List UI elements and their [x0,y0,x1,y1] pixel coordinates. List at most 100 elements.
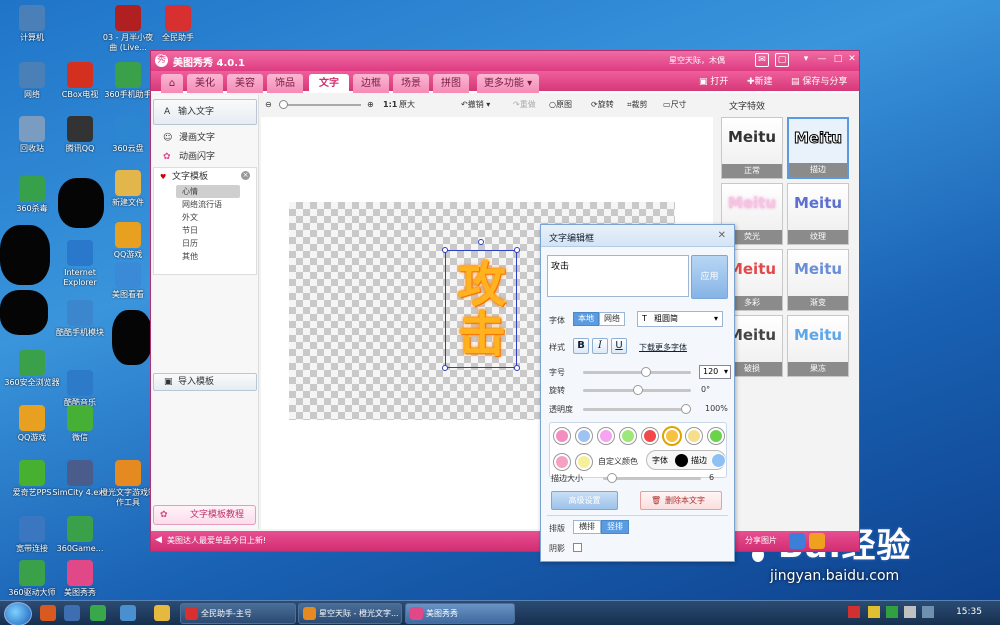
maximize-icon[interactable]: □ [831,53,845,67]
rotate-handle[interactable] [478,239,484,245]
comic-text-item[interactable]: ☺ 漫画文字 [163,131,215,145]
user-name[interactable]: 星空天际，木偶 [669,55,725,66]
text-template-header[interactable]: ♥ 文字模板 [160,170,208,184]
desktop-icon[interactable]: 计算机 [4,5,60,43]
template-category[interactable]: 日历 [176,237,240,250]
network-icon[interactable] [922,606,934,618]
desktop-icon[interactable]: 360云盘 [100,116,156,154]
menu-icon[interactable]: ▾ [799,53,813,67]
tab-7[interactable]: 拼图 [433,74,469,93]
template-category[interactable]: 心情 [176,185,240,198]
volume-icon[interactable] [904,606,916,618]
input-text-button[interactable]: A 输入文字 [153,99,257,125]
color-swatch[interactable] [576,428,592,444]
tab-2[interactable]: 美容 [227,74,263,93]
stroke-size-slider[interactable] [603,473,701,483]
delete-text-button[interactable]: 🗑 删除本文字 [640,491,722,510]
effect-tile[interactable]: Meitu 纹理 [787,183,849,245]
effect-tile[interactable]: Meitu 描边 [787,117,849,179]
template-tutorial-button[interactable]: ✿ 文字模板教程 [153,505,256,525]
effect-tile[interactable]: Meitu 正常 [721,117,783,179]
desktop-icon[interactable]: 360Game... [52,516,108,554]
resize-handle[interactable] [442,247,448,253]
font-network-tab[interactable]: 网络 [599,312,625,326]
color-swatch[interactable] [554,454,570,470]
font-local-tab[interactable]: 本地 [573,312,599,326]
undo-button[interactable]: ↶撤销 ▾ [461,99,490,111]
close-icon[interactable]: ✕ [845,53,859,67]
skin-icon[interactable]: ▢ [775,53,789,67]
desktop-icon[interactable]: 360手机助手 [100,62,156,100]
rotate-slider[interactable] [583,385,691,395]
quick-launch-icon[interactable] [120,605,136,621]
shadow-checkbox[interactable] [573,543,582,552]
tab-8[interactable]: 更多功能 ▾ [477,74,539,93]
apply-button[interactable]: 应用 [691,255,728,299]
quick-launch-icon[interactable] [64,605,80,621]
size-slider[interactable] [583,367,691,377]
custom-color-label[interactable]: 自定义颜色 [598,456,638,467]
text-selection-box[interactable]: 攻 击 [442,239,520,371]
resize-handle[interactable] [514,247,520,253]
open-button[interactable]: ▣ 打开 [699,75,728,89]
qzone-icon[interactable] [789,533,805,549]
original-image-button[interactable]: ○原图 [549,99,572,111]
desktop-icon[interactable]: 新建文件 [100,170,156,208]
bold-button[interactable]: B [573,338,589,354]
italic-button[interactable]: I [592,338,608,354]
layout-vertical-tab[interactable]: 竖排 [601,520,629,534]
status-message[interactable]: 美图达人最爱单品今日上新! [167,535,266,546]
desktop-icon[interactable]: 360杀毒 [4,176,60,214]
start-button[interactable] [4,602,32,625]
new-button[interactable]: ✚新建 [747,75,773,89]
save-share-button[interactable]: ▤ 保存与分享 [791,75,847,89]
template-category[interactable]: 节日 [176,224,240,237]
desktop-icon[interactable]: QQ游戏 [100,222,156,260]
resize-button[interactable]: ▭尺寸 [663,99,687,111]
slider-knob[interactable] [607,473,617,483]
desktop-icon[interactable]: 03 - 月半小夜曲 (Live... [100,5,156,53]
resize-handle[interactable] [442,365,448,371]
crop-button[interactable]: ⌗裁剪 [627,99,648,111]
quick-launch-icon[interactable] [90,605,106,621]
tab-6[interactable]: 场景 [393,74,429,93]
template-category[interactable]: 外文 [176,211,240,224]
quick-launch-icon[interactable] [40,605,56,621]
taskbar-button[interactable]: 星空天际 - 橙光文字... [298,603,402,624]
opacity-slider[interactable] [583,404,691,414]
taskbar-button[interactable]: 美图秀秀 [405,603,515,624]
collapse-icon[interactable]: × [241,171,250,180]
download-fonts-link[interactable]: 下载更多字体 [639,342,687,353]
font-select[interactable]: T 粗圆简 ▾ [637,311,723,327]
slider-knob[interactable] [681,404,691,414]
color-swatch[interactable] [598,428,614,444]
color-swatch[interactable] [642,428,658,444]
color-swatch[interactable] [620,428,636,444]
rotate-button[interactable]: ⟳旋转 [591,99,614,111]
tab-4[interactable]: 文字 [309,74,349,93]
close-icon[interactable]: ✕ [718,230,726,241]
tray-icon[interactable] [868,606,880,618]
zoom-in-icon[interactable]: ⊕ [367,99,374,111]
stroke-color-swatch[interactable] [711,453,726,468]
actual-size-button[interactable]: 1:1 [383,99,397,111]
tray-icon[interactable] [848,606,860,618]
feedback-icon[interactable]: ✉ [755,53,769,67]
tab-5[interactable]: 边框 [353,74,389,93]
original-size-label[interactable]: 原大 [399,99,415,111]
zoom-slider[interactable] [279,100,361,109]
color-swatch[interactable] [664,428,680,444]
weibo-icon[interactable] [809,533,825,549]
desktop-icon[interactable]: 微信 [52,405,108,443]
color-swatch[interactable] [554,428,570,444]
animated-text-item[interactable]: ✿ 动画闪字 [163,150,215,164]
effect-tile[interactable]: Meitu 渐变 [787,249,849,311]
template-category[interactable]: 网络流行语 [176,198,240,211]
slider-knob[interactable] [641,367,651,377]
minimize-icon[interactable]: — [815,53,829,67]
desktop-icon[interactable]: 酷酷手机模块 [52,300,108,338]
desktop-icon[interactable]: 美图秀秀 [52,560,108,598]
color-swatch[interactable] [686,428,702,444]
desktop-icon[interactable]: 全民助手 [150,5,206,43]
font-color-swatch[interactable] [675,454,688,467]
